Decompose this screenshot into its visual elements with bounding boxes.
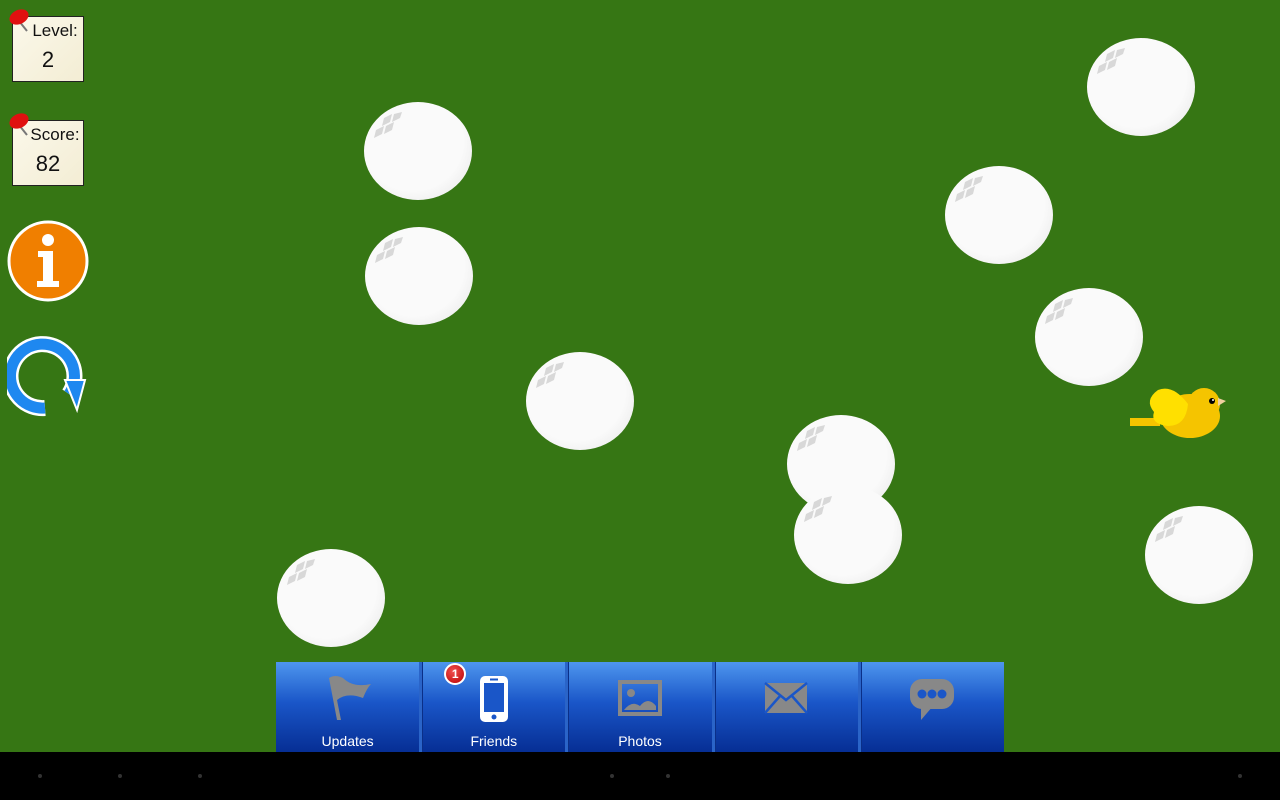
system-dot	[118, 774, 122, 778]
snowball[interactable]	[526, 352, 634, 450]
tab-label: Photos	[618, 733, 662, 749]
flag-icon	[328, 676, 371, 720]
shine-icon	[1155, 516, 1183, 542]
score-note: Score: 82	[9, 113, 84, 186]
score-value: 82	[35, 151, 61, 176]
snowball[interactable]	[794, 486, 902, 584]
snowball[interactable]	[365, 227, 473, 325]
level-note: Level: 2	[9, 9, 84, 82]
system-dot	[666, 774, 670, 778]
chat-icon	[910, 679, 955, 720]
shine-icon	[287, 559, 315, 585]
tab-mail[interactable]	[711, 662, 858, 752]
level-value: 2	[41, 47, 55, 72]
phone-icon	[479, 676, 508, 722]
tab-updates[interactable]: Updates	[276, 662, 419, 752]
tab-label: Friends	[470, 733, 518, 749]
shine-icon	[1045, 298, 1073, 324]
snowball[interactable]	[945, 166, 1053, 264]
system-dot	[198, 774, 202, 778]
shine-icon	[1097, 48, 1125, 74]
tab-friends[interactable]: 1 Friends	[419, 662, 565, 752]
pushpin-icon	[9, 113, 29, 136]
notification-badge: 1	[444, 663, 467, 685]
system-dot	[1238, 774, 1242, 778]
snowball[interactable]	[1035, 288, 1143, 386]
tab-photos[interactable]: Photos	[565, 662, 711, 752]
shine-icon	[536, 362, 564, 388]
system-bar	[0, 752, 1280, 800]
image-icon	[618, 680, 662, 716]
tab-label: Updates	[321, 733, 374, 749]
shine-icon	[804, 496, 832, 522]
shine-icon	[375, 237, 403, 263]
bird-icon[interactable]	[1128, 384, 1228, 444]
shine-icon	[797, 425, 825, 451]
system-dot	[38, 774, 42, 778]
snowball[interactable]	[1087, 38, 1195, 136]
snowball[interactable]	[277, 549, 385, 647]
pushpin-icon	[9, 9, 29, 32]
shine-icon	[374, 112, 402, 138]
system-dot	[610, 774, 614, 778]
info-icon[interactable]	[7, 220, 89, 302]
bottom-navbar: Updates 1 Friends Photos	[276, 662, 1004, 752]
shine-icon	[955, 176, 983, 202]
snowball[interactable]	[364, 102, 472, 200]
restart-icon[interactable]	[7, 336, 89, 418]
mail-icon	[764, 682, 809, 714]
tab-chat[interactable]	[857, 662, 1004, 752]
snowball[interactable]	[1145, 506, 1253, 604]
